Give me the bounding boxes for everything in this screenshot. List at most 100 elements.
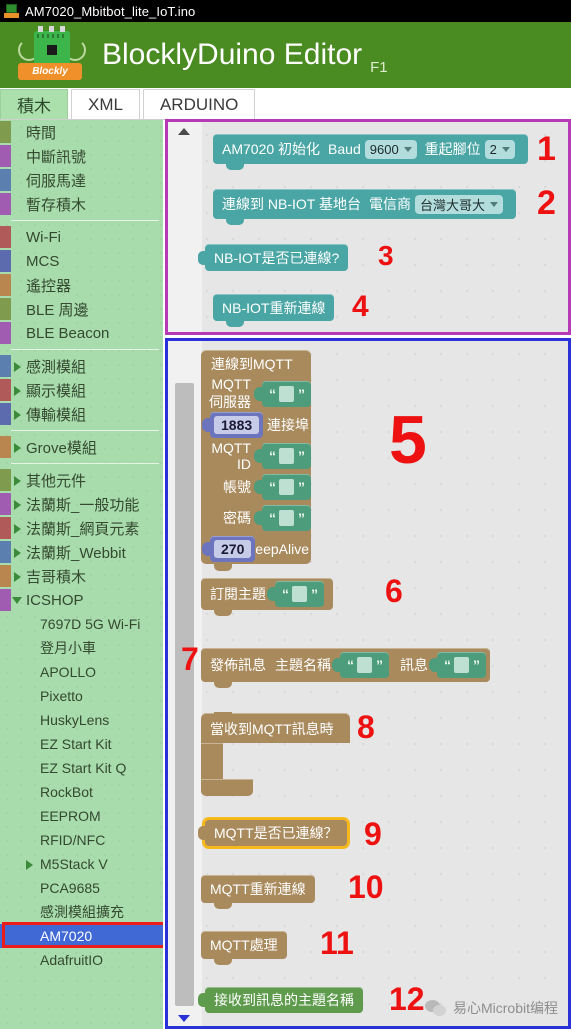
sidebar-item-label: 感測模組 <box>26 358 87 376</box>
sidebar-item-label: BLE Beacon <box>26 324 110 342</box>
tab-arduino[interactable]: ARDUINO <box>142 89 256 119</box>
sidebar-item-label: Wi-Fi <box>26 228 61 246</box>
scroll-up-icon[interactable] <box>178 128 190 135</box>
tab-blocks[interactable]: 積木 <box>0 89 68 119</box>
block2-label-b: 電信商 <box>368 196 411 212</box>
block8-label: 當收到MQTT訊息時 <box>210 721 334 737</box>
annotation-number-3: 3 <box>378 240 394 271</box>
category-color-swatch <box>0 589 11 611</box>
sidebar-subitem-1[interactable]: 登月小車 <box>0 636 163 660</box>
string-input-topic[interactable]: “ ” <box>267 581 324 607</box>
block-connect-mqtt[interactable]: 連線到MQTT MQTT伺服器 “” 連接埠 1883 MQTT ID “” 帳號 “” 密碼 “… <box>201 350 311 571</box>
block-mqtt-process[interactable]: MQTT處理 <box>201 931 287 965</box>
scroll-down-icon[interactable] <box>178 1015 190 1022</box>
number-input-1[interactable]: 1883 <box>201 411 264 438</box>
app-header: Blockly BlocklyDuino Editor F1 <box>0 22 571 88</box>
chevron-right-icon <box>14 524 21 534</box>
toolbox-sidebar[interactable]: 時間 中斷訊號 伺服馬達 暫存積木 Wi-Fi MCS 遙控器 BLE 周邊 BLE Beaco… <box>0 120 163 1029</box>
mqtt-param-label: 密碼 <box>223 509 251 526</box>
string-input-message[interactable]: “ ” <box>429 652 486 678</box>
sidebar-subitem-0[interactable]: 7697D 5G Wi-Fi <box>0 612 163 636</box>
baud-dropdown[interactable]: 9600 <box>364 139 417 159</box>
text-field[interactable] <box>292 586 307 602</box>
sidebar-subitem-9[interactable]: RFID/NFC <box>0 828 163 852</box>
sidebar-item-3-0[interactable]: Grove模組 <box>0 435 163 459</box>
sidebar-subitem-8[interactable]: EEPROM <box>0 804 163 828</box>
category-color-swatch <box>0 565 11 587</box>
sidebar-item-4-4[interactable]: 吉哥積木 <box>0 564 163 588</box>
text-field[interactable] <box>279 509 294 526</box>
sidebar-item-4-0[interactable]: 其他元件 <box>0 468 163 492</box>
sidebar-subitem-6[interactable]: EZ Start Kit Q <box>0 756 163 780</box>
sidebar-subitem-4[interactable]: HuskyLens <box>0 708 163 732</box>
annotation-number-12: 12 <box>389 981 425 1017</box>
category-color-swatch <box>0 121 11 143</box>
reset-pin-dropdown[interactable]: 2 <box>484 139 515 159</box>
block-am7020-init[interactable]: AM7020 初始化 Baud 9600 重起腳位 2 <box>213 134 528 170</box>
chevron-right-icon <box>14 572 21 582</box>
text-field[interactable] <box>279 447 294 464</box>
sidebar-item-0-3[interactable]: 暫存積木 <box>0 192 163 216</box>
sidebar-item-2-1[interactable]: 顯示模組 <box>0 378 163 402</box>
string-input-0[interactable]: “” <box>254 380 311 407</box>
sidebar-item-0-2[interactable]: 伺服馬達 <box>0 168 163 192</box>
sidebar-item-2-2[interactable]: 傳輸模組 <box>0 402 163 426</box>
string-input-3[interactable]: “” <box>254 473 311 500</box>
category-color-swatch <box>0 322 11 344</box>
sidebar-item-1-3[interactable]: BLE 周邊 <box>0 297 163 321</box>
sidebar-item-2-0[interactable]: 感測模組 <box>0 354 163 378</box>
block-nbiot-is-connected[interactable]: NB-IOT是否已連線? <box>198 244 349 271</box>
string-input-2[interactable]: “” <box>254 442 311 469</box>
text-field[interactable] <box>279 385 294 402</box>
sidebar-item-4-2[interactable]: 法蘭斯_網頁元素 <box>0 516 163 540</box>
block-subscribe-topic[interactable]: 訂閱主題 “ ” <box>201 578 333 616</box>
vertical-scrollbar[interactable] <box>175 383 194 1006</box>
sidebar-subitem-2[interactable]: APOLLO <box>0 660 163 684</box>
block-received-topic-name[interactable]: 接收到訊息的主題名稱 <box>198 987 363 1013</box>
sidebar-item-0-0[interactable]: 時間 <box>0 120 163 144</box>
sidebar-item-4-5[interactable]: ICSHOP <box>0 588 163 612</box>
annotation-number-5: 5 <box>389 402 427 478</box>
sidebar-item-0-1[interactable]: 中斷訊號 <box>0 144 163 168</box>
block-nbiot-reconnect[interactable]: NB-IOT重新連線 <box>213 294 335 327</box>
block-mqtt-reconnect[interactable]: MQTT重新連線 <box>201 875 315 909</box>
sidebar-subitem-12[interactable]: 感測模組擴充 <box>0 900 163 924</box>
block-mqtt-is-connected[interactable]: MQTT是否已連線？ <box>198 820 347 846</box>
number-input-5[interactable]: 270 <box>201 535 256 562</box>
sidebar-subitem-13[interactable]: AM7020 <box>0 924 163 948</box>
string-input-topic-name[interactable]: “ ” <box>332 652 389 678</box>
block1-label-b: Baud <box>328 141 361 157</box>
sidebar-item-1-2[interactable]: 遙控器 <box>0 273 163 297</box>
string-input-4[interactable]: “” <box>254 504 311 531</box>
category-color-swatch <box>0 193 11 215</box>
sidebar-item-label: HuskyLens <box>40 712 110 728</box>
sidebar-subitem-11[interactable]: PCA9685 <box>0 876 163 900</box>
sidebar-item-4-3[interactable]: 法蘭斯_Webbit <box>0 540 163 564</box>
sidebar-item-label: 法蘭斯_Webbit <box>26 544 126 562</box>
mqtt-param-row-1: 連接埠 1883 <box>201 409 311 440</box>
sidebar-item-label: AM7020 <box>40 928 93 944</box>
block-on-mqtt-message[interactable]: 當收到MQTT訊息時 <box>201 712 350 743</box>
sidebar-subitem-7[interactable]: RockBot <box>0 780 163 804</box>
chevron-down-icon <box>489 201 498 207</box>
sidebar-item-1-1[interactable]: MCS <box>0 249 163 273</box>
tab-xml[interactable]: XML <box>71 89 140 119</box>
block11-label: MQTT處理 <box>210 937 278 953</box>
category-color-swatch <box>0 145 11 167</box>
carrier-dropdown[interactable]: 台灣大哥大 <box>414 194 503 214</box>
sidebar-item-4-1[interactable]: 法蘭斯_一般功能 <box>0 492 163 516</box>
sidebar-item-label: 法蘭斯_一般功能 <box>26 496 140 514</box>
sidebar-subitem-14[interactable]: AdafruitIO <box>0 948 163 972</box>
text-field[interactable] <box>357 657 372 673</box>
text-field[interactable] <box>279 478 294 495</box>
category-color-swatch <box>0 226 11 248</box>
sidebar-subitem-5[interactable]: EZ Start Kit <box>0 732 163 756</box>
block-connect-nbiot[interactable]: 連線到 NB-IOT 基地台 電信商 台灣大哥大 <box>213 189 516 225</box>
block-publish-message[interactable]: 發佈訊息 主題名稱 “ ” 訊息 “ ” <box>201 648 490 688</box>
sidebar-subitem-3[interactable]: Pixetto <box>0 684 163 708</box>
text-field[interactable] <box>454 657 469 673</box>
sidebar-subitem-10[interactable]: M5Stack V <box>0 852 163 876</box>
sidebar-separator <box>11 220 159 221</box>
sidebar-item-1-4[interactable]: BLE Beacon <box>0 321 163 345</box>
sidebar-item-1-0[interactable]: Wi-Fi <box>0 225 163 249</box>
